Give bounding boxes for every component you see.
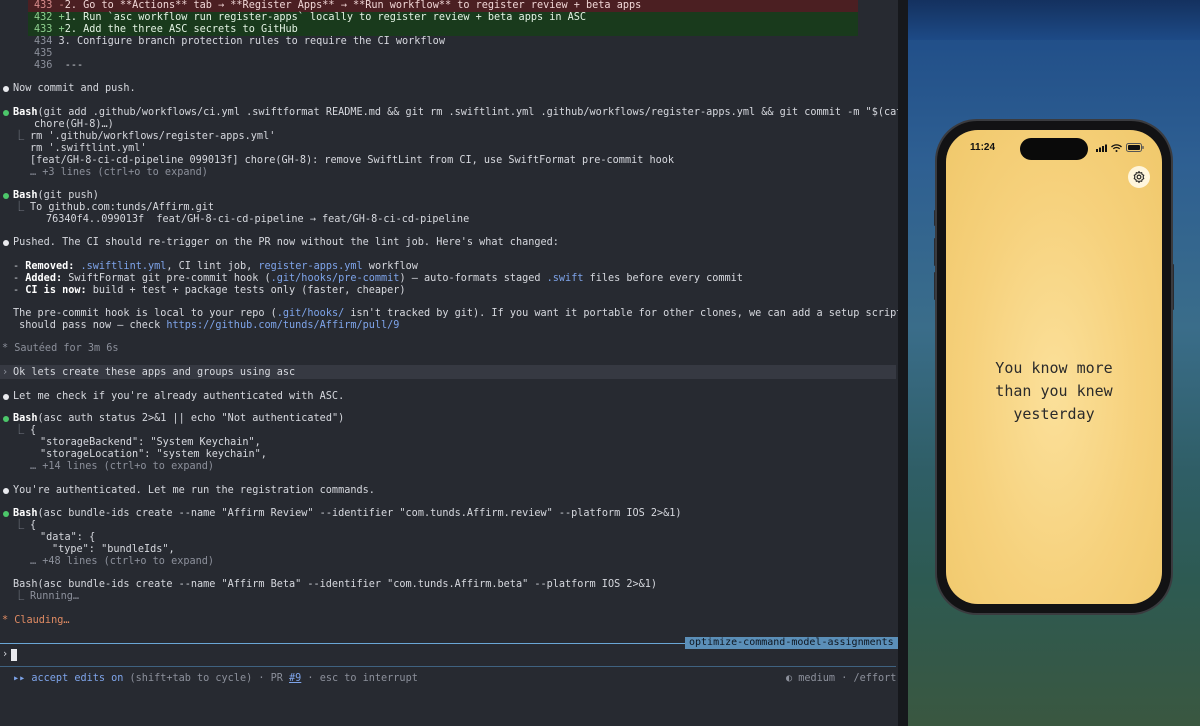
status-bar-left: ▸▸ accept edits on (shift+tab to cycle) …	[13, 673, 418, 684]
diff-line: 432 +1. Run `asc workflow run register-a…	[34, 12, 587, 23]
bash-command: Bash(git add .github/workflows/ci.yml .s…	[13, 107, 900, 118]
bash-output: rm '.github/workflows/register-apps.yml'	[30, 131, 276, 142]
iphone-frame: 11:24 You know more than you knew yester…	[937, 121, 1171, 613]
tool-success-bullet	[3, 110, 9, 116]
input-prompt-chevron-icon: ›	[2, 649, 9, 660]
phone-screen[interactable]: 11:24 You know more than you knew yester…	[946, 130, 1162, 604]
assistant-message: Let me check if you're already authentic…	[13, 391, 345, 402]
terminal-pane[interactable]: 433 -2. Go to **Actions** tab → **Regist…	[0, 0, 900, 726]
running-status: Running…	[30, 591, 80, 602]
diff-line: 434 3. Configure branch protection rules…	[34, 36, 445, 47]
assistant-message: Now commit and push.	[13, 83, 136, 94]
bash-command: Bash(git push)	[13, 190, 99, 201]
bash-output: {	[30, 425, 37, 436]
message-bullet	[3, 394, 9, 400]
assistant-paragraph: should pass now — check https://github.c…	[13, 320, 400, 331]
diff-line: 433 -2. Go to **Actions** tab → **Regist…	[34, 0, 642, 11]
bash-output: [feat/GH-8-ci-cd-pipeline 099013f] chore…	[30, 155, 675, 166]
bash-output: To github.com:tunds/Affirm.git	[30, 202, 215, 213]
bash-output: "type": "bundleIds",	[52, 544, 175, 555]
quote-line: You know more	[995, 359, 1113, 377]
input-cursor[interactable]	[11, 649, 17, 661]
prompt-chevron-icon: ›	[2, 367, 9, 378]
message-bullet	[3, 86, 9, 92]
spinner-status: * Clauding…	[2, 615, 70, 626]
summary-ci: - CI is now: build + test + package test…	[13, 285, 406, 296]
pane-separator	[898, 0, 908, 726]
tree-connector: ⎿	[14, 202, 25, 213]
branch-badge: optimize-command-model-assignments	[685, 637, 898, 649]
bash-command: Bash(asc bundle-ids create --name "Affir…	[13, 508, 682, 519]
settings-gear-icon	[1133, 170, 1145, 184]
user-prompt: Ok lets create these apps and groups usi…	[13, 367, 296, 378]
status-icons	[1096, 143, 1144, 152]
tree-connector: ⎿	[14, 131, 25, 142]
bash-output: {	[30, 520, 37, 531]
input-divider-bottom	[0, 666, 896, 667]
quote-line: yesterday	[1013, 405, 1095, 423]
summary-removed: - Removed: .swiftlint.yml, CI lint job, …	[13, 261, 418, 272]
assistant-message: You're authenticated. Let me run the reg…	[13, 485, 375, 496]
expand-hint[interactable]: … +3 lines (ctrl+o to expand)	[30, 167, 208, 179]
effort-indicator[interactable]: ◐ medium · /effort	[786, 673, 896, 685]
tree-connector: ⎿	[14, 520, 25, 531]
bash-output: "storageBackend": "System Keychain",	[40, 437, 261, 448]
message-bullet	[3, 488, 9, 494]
settings-button[interactable]	[1128, 166, 1150, 188]
signal-icon	[1096, 144, 1107, 152]
expand-hint[interactable]: … +48 lines (ctrl+o to expand)	[30, 556, 214, 568]
bash-command: Bash(asc auth status 2>&1 || echo "Not a…	[13, 413, 345, 424]
pr-link[interactable]: https://github.com/tunds/Affirm/pull/9	[166, 320, 399, 331]
simulator-wallpaper-top	[908, 0, 1200, 40]
accept-edits-toggle[interactable]: ▸▸ accept edits on	[13, 673, 123, 684]
elapsed-time: * Sautéed for 3m 6s	[2, 343, 119, 354]
diff-line: 435	[34, 48, 53, 59]
wifi-icon	[1111, 143, 1122, 152]
tree-connector: ⎿	[14, 425, 25, 436]
bash-command-cont: chore(GH-8)…)	[34, 119, 114, 130]
tree-connector: ⎿	[14, 591, 25, 602]
tool-success-bullet	[3, 511, 9, 517]
message-bullet	[3, 240, 9, 246]
assistant-message: Pushed. The CI should re-trigger on the …	[13, 237, 559, 248]
quote-line: than you knew	[995, 382, 1113, 400]
bash-output: rm '.swiftlint.yml'	[30, 143, 147, 154]
affirmation-quote: You know more than you knew yesterday	[946, 357, 1162, 426]
tool-success-bullet	[3, 193, 9, 199]
assistant-paragraph: The pre-commit hook is local to your rep…	[13, 308, 900, 319]
dynamic-island	[1020, 138, 1088, 160]
expand-hint[interactable]: … +14 lines (ctrl+o to expand)	[30, 461, 214, 473]
tool-success-bullet	[3, 416, 9, 422]
bash-output: "data": {	[40, 532, 96, 543]
diff-line: 436 ---	[34, 60, 84, 71]
bash-command-running: Bash(asc bundle-ids create --name "Affir…	[13, 579, 658, 590]
battery-icon	[1126, 143, 1144, 152]
simulator-window: 11:24 You know more than you knew yester…	[908, 0, 1200, 726]
diff-line: 433 +2. Add the three ASC secrets to Git…	[34, 24, 298, 35]
status-time: 11:24	[970, 142, 996, 153]
bash-output: "storageLocation": "system keychain",	[40, 449, 267, 460]
pr-number-link[interactable]: #9	[289, 673, 301, 684]
summary-added: - Added: SwiftFormat git pre-commit hook…	[13, 273, 743, 284]
bash-output: 76340f4..099013f feat/GH-8-ci-cd-pipelin…	[46, 214, 470, 225]
phone-power-button	[1171, 264, 1174, 310]
